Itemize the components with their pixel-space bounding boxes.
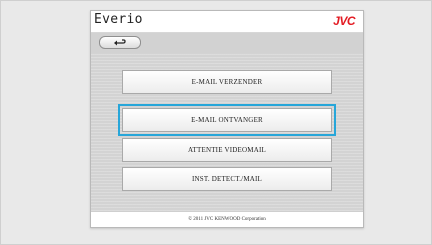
app-header: Everio JVC [91, 11, 363, 33]
browser-viewport: Everio JVC E-MAIL VERZENDER E-MAIL ONTVA… [0, 0, 432, 245]
app-title: Everio [94, 12, 143, 27]
menu-item-email-receiver[interactable]: E-MAIL ONTVANGER [118, 104, 336, 136]
menu-item-label: E-MAIL ONTVANGER [191, 116, 263, 124]
menu-item-label: E-MAIL VERZENDER [191, 78, 263, 86]
footer: © 2011 JVC KENWOOD Corporation [91, 211, 363, 227]
menu-item-detect-mail-settings[interactable]: INST. DETECT./MAIL [122, 167, 332, 191]
menu-item-label: INST. DETECT./MAIL [191, 175, 263, 183]
jvc-logo: JVC [333, 14, 355, 28]
back-button[interactable] [99, 36, 141, 49]
menu-item-label: ATTENTIE VIDEOMAIL [188, 146, 266, 154]
menu-item-attention-videomail[interactable]: ATTENTIE VIDEOMAIL [122, 138, 332, 162]
menu-item-email-sender[interactable]: E-MAIL VERZENDER [122, 70, 332, 94]
copyright-text: © 2011 JVC KENWOOD Corporation [188, 217, 266, 222]
return-arrow-icon [114, 38, 126, 45]
app-panel: Everio JVC E-MAIL VERZENDER E-MAIL ONTVA… [90, 10, 364, 228]
menu-area: E-MAIL VERZENDER E-MAIL ONTVANGER ATTENT… [91, 53, 363, 211]
